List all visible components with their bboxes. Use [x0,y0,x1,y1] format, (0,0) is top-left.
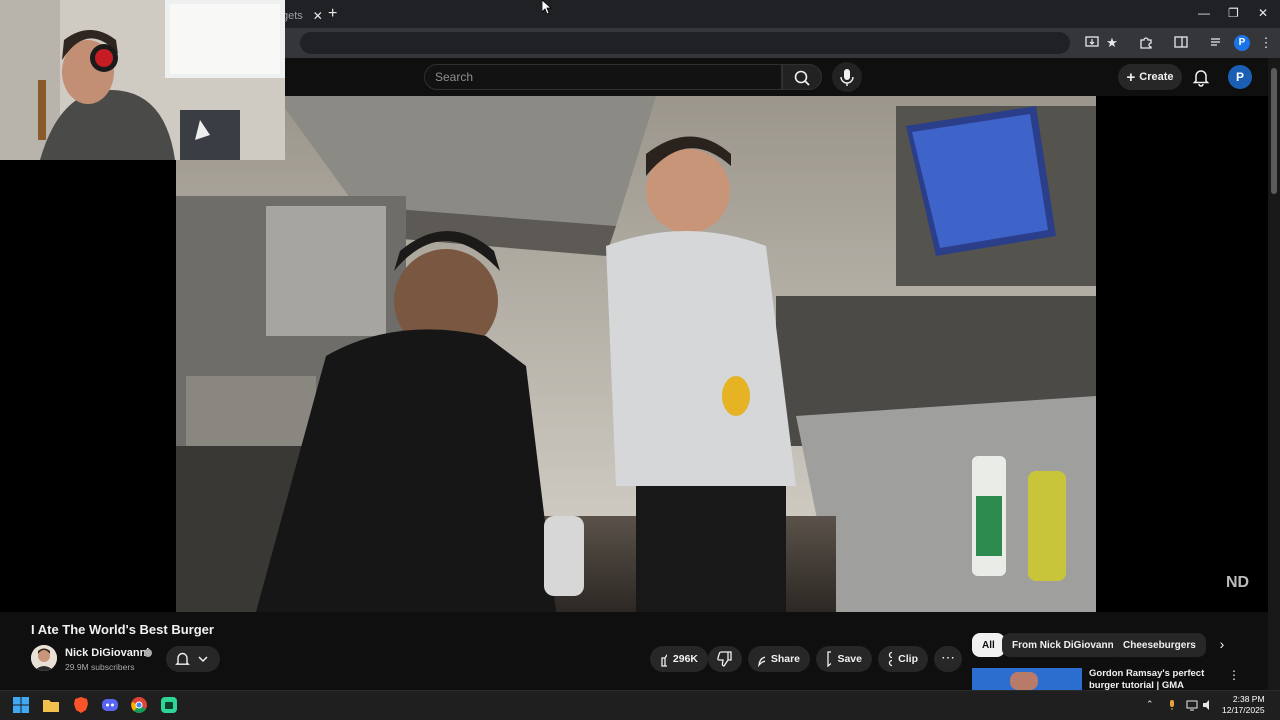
android-app-icon[interactable] [160,696,178,714]
plus-icon: + [1126,68,1136,86]
volume-icon[interactable] [1202,699,1214,711]
channel-name[interactable]: Nick DiGiovanni [65,647,149,659]
video-title: I Ate The World's Best Burger [31,622,214,637]
create-label: Create [1139,71,1174,83]
save-button[interactable]: Save [816,646,872,672]
player-letterbox-left [0,160,176,612]
microphone-tray-icon[interactable] [1166,699,1178,711]
verified-badge-icon [144,649,152,657]
side-panel-icon[interactable] [1173,35,1189,51]
install-app-icon[interactable] [1084,35,1100,51]
bell-icon [1192,70,1210,87]
more-actions-button[interactable]: ⋯ [934,646,962,672]
close-window-button[interactable]: ✕ [1258,6,1268,20]
share-button[interactable]: Share [748,646,810,672]
browser-tab[interactable]: gets ✕ [282,4,323,28]
account-avatar[interactable]: P [1228,65,1252,89]
player-letterbox-right [1096,96,1268,612]
recommendation-title[interactable]: Gordon Ramsay's perfect burger tutorial … [1089,668,1229,692]
share-icon [758,656,765,667]
chrome-icon[interactable] [130,696,148,714]
thumbs-down-icon [717,651,732,667]
browser-profile-avatar[interactable]: P [1234,35,1250,51]
voice-search-button[interactable] [832,62,862,92]
extensions-icon[interactable] [1138,35,1154,51]
file-explorer-icon[interactable] [42,696,60,714]
chip-from-channel[interactable]: From Nick DiGiovanni [1002,633,1127,657]
video-player[interactable] [176,96,1096,612]
microphone-icon [840,69,854,86]
windows-start-icon[interactable] [12,696,30,714]
thumbs-up-icon [661,653,667,667]
channel-avatar[interactable] [31,645,57,671]
restore-button[interactable]: ❐ [1228,6,1239,20]
mouse-cursor-icon [542,0,552,14]
recommendation-menu-icon[interactable]: ⋮ [1228,668,1240,682]
recommendation-thumbnail-image [972,668,1082,690]
page-scrollbar[interactable] [1268,58,1280,690]
bookmark-icon [827,651,832,667]
clock-time: 2:38 PM [1232,694,1265,704]
chips-next-arrow-icon[interactable]: › [1212,636,1232,656]
create-button[interactable]: + Create [1118,64,1182,90]
tray-overflow-icon[interactable]: ⌃ [1146,699,1154,710]
brave-browser-icon[interactable] [72,696,90,714]
bookmark-star-icon[interactable]: ★ [1104,35,1120,51]
like-count: 296K [672,653,698,665]
video-frame-kitchen [176,96,1096,612]
tab-close-icon[interactable]: ✕ [313,9,323,23]
channel-avatar-image [31,645,57,671]
address-bar[interactable] [300,32,1070,54]
bell-dropdown-icon [175,652,208,665]
minimize-button[interactable]: — [1198,6,1210,20]
scrollbar-thumb[interactable] [1271,68,1277,194]
clip-label: Clip [898,653,918,665]
channel-watermark[interactable]: ND [1226,574,1249,592]
notification-bell-button[interactable] [166,646,220,672]
save-label: Save [837,653,862,665]
search-input[interactable]: Search [424,64,782,90]
notifications-button[interactable] [1190,66,1212,88]
windows-taskbar: ⌃ 2:38 PM 12/17/2025 [0,690,1280,720]
webcam-overlay [0,0,285,160]
clock-date: 12/17/2025 [1222,705,1265,715]
search-button[interactable] [782,64,822,90]
clip-button[interactable]: Clip [878,646,928,672]
chip-cheeseburgers[interactable]: Cheeseburgers [1113,633,1206,657]
dislike-button[interactable] [708,646,742,672]
share-label: Share [770,653,800,665]
media-controls-icon[interactable] [1209,35,1225,51]
recommendation-thumbnail[interactable] [972,668,1082,690]
network-icon[interactable] [1186,699,1198,711]
screen: gets ✕ + — ❐ ✕ ★ P ⋮ Search + Create P N… [0,0,1280,720]
system-clock[interactable]: 2:38 PM 12/17/2025 [1222,694,1265,716]
webcam-feed [0,0,285,160]
discord-icon[interactable] [101,696,119,714]
new-tab-button[interactable]: + [328,5,337,23]
chip-all[interactable]: All [972,633,1005,657]
scissors-icon [888,651,893,667]
tab-title: gets [282,10,303,22]
subscriber-count: 29.9M subscribers [65,662,135,672]
search-icon [794,70,810,86]
like-button[interactable]: 296K [650,646,708,672]
browser-menu-icon[interactable]: ⋮ [1258,35,1274,51]
